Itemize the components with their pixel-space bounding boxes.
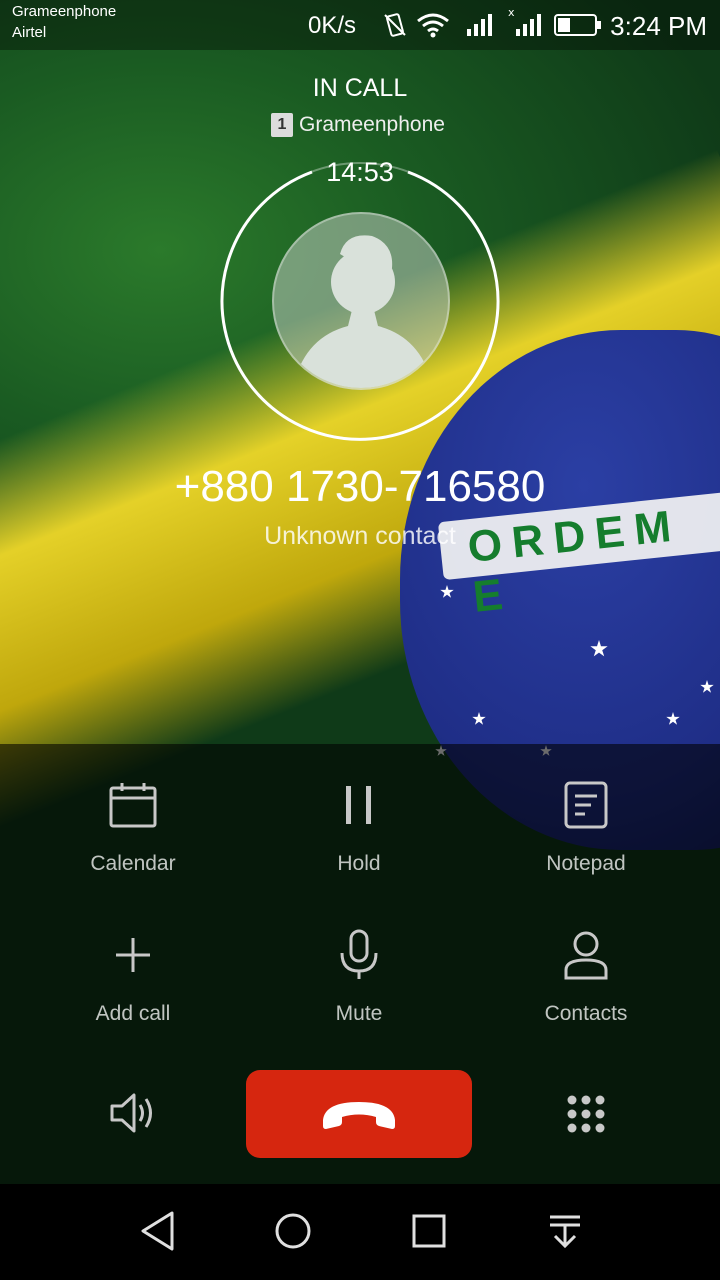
carrier-primary: Grameenphone [12,3,117,20]
call-status: IN CALL [312,74,408,102]
person-silhouette-icon [292,235,434,388]
avatar [272,212,450,390]
sim-slot-badge: 1 [271,113,293,137]
carrier-secondary: Airtel [12,24,47,41]
clock: 3:24 PM [610,11,707,41]
call-duration: 14:53 [326,157,394,187]
plus-icon [116,938,150,972]
hold-button[interactable]: Hold [259,778,459,876]
navigation-bar [0,1184,720,1280]
mute-button[interactable]: Mute [259,928,459,1026]
pause-icon [346,786,371,824]
speaker-icon[interactable] [108,1090,158,1136]
signal-icon [467,14,492,36]
notepad-label: Notepad [546,852,626,875]
end-call-icon [323,1102,395,1129]
contact-label: Unknown contact [264,522,456,550]
add-call-label: Add call [95,1002,171,1025]
sim-operator: Grameenphone [299,113,445,136]
status-bar: Grameenphone Airtel 0K/s x 3:24 PM [0,0,720,50]
sim-indicator: 1 Grameenphone [271,113,445,137]
calendar-label: Calendar [90,852,176,875]
calendar-button[interactable]: Calendar [33,778,233,876]
hold-label: Hold [337,852,381,875]
vibrate-icon [384,13,406,37]
microphone-icon [340,929,378,979]
wifi-icon [417,13,449,38]
add-call-button[interactable]: Add call [33,928,233,1026]
notepad-icon [564,781,608,829]
contacts-label: Contacts [544,1002,628,1025]
recents-icon[interactable] [410,1209,450,1253]
dialpad-icon[interactable] [566,1094,606,1134]
signal-icon: x [508,6,541,36]
network-speed: 0K/s [308,12,357,39]
notification-pull-icon[interactable] [546,1209,586,1253]
home-icon[interactable] [273,1209,313,1253]
end-call-button[interactable] [246,1070,472,1158]
person-icon [564,931,608,980]
contacts-button[interactable]: Contacts [486,928,686,1026]
svg-text:x: x [508,6,515,19]
notepad-button[interactable]: Notepad [486,778,686,876]
calendar-icon [109,783,157,828]
caller-number: +880 1730-716580 [174,462,546,511]
back-icon[interactable] [138,1209,178,1253]
battery-icon [554,14,601,36]
mute-label: Mute [335,1002,383,1025]
